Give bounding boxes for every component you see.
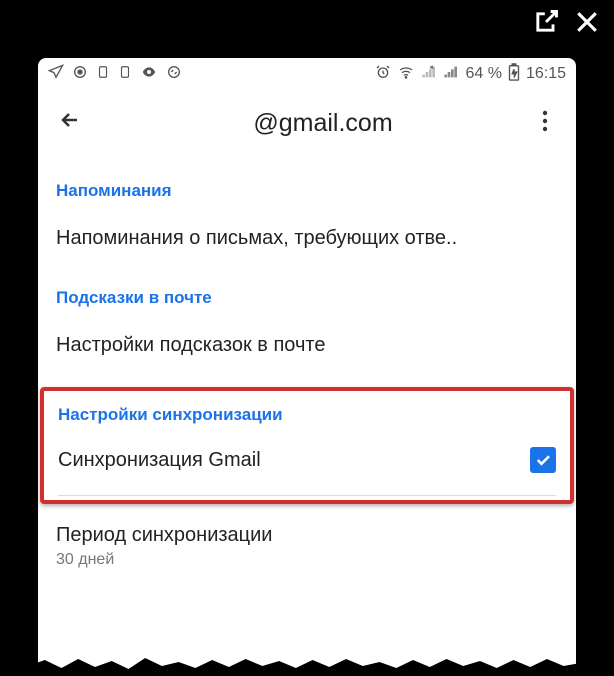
back-icon[interactable] xyxy=(58,108,82,139)
clock-time: 16:15 xyxy=(526,65,566,83)
sync-period-value: 30 дней xyxy=(56,551,558,569)
sync-period-label: Период синхронизации xyxy=(56,524,558,547)
more-icon[interactable] xyxy=(534,110,556,138)
phone-outline-icon xyxy=(96,64,110,84)
setting-item-hints[interactable]: Настройки подсказок в почте xyxy=(56,324,558,377)
status-bar: 64 % 16:15 xyxy=(38,58,576,90)
battery-percent: 64 % xyxy=(465,65,501,83)
open-external-icon[interactable] xyxy=(532,8,560,41)
eye-icon xyxy=(140,64,158,84)
window-controls xyxy=(0,0,614,48)
checkbox-checked-icon[interactable] xyxy=(530,447,556,473)
app-bar: @gmail.com xyxy=(38,90,576,163)
section-header-hints: Подсказки в почте xyxy=(56,288,558,308)
target-icon xyxy=(72,64,88,84)
telegram-icon xyxy=(48,64,64,84)
phone-frame: 64 % 16:15 @gmail.com Напоминания xyxy=(28,48,586,676)
wifi-icon xyxy=(397,64,415,85)
settings-content: Напоминания Напоминания о письмах, требу… xyxy=(38,163,576,676)
alarm-icon xyxy=(375,64,391,85)
sync-gmail-label: Синхронизация Gmail xyxy=(58,449,261,472)
section-header-reminders: Напоминания xyxy=(56,181,558,201)
phone-outline-icon-2 xyxy=(118,64,132,84)
sync-icon xyxy=(166,64,182,84)
outer-frame: 64 % 16:15 @gmail.com Напоминания xyxy=(0,0,614,676)
signal-icon xyxy=(443,64,459,85)
setting-item-reminders[interactable]: Напоминания о письмах, требующих отве.. xyxy=(56,217,558,270)
highlighted-sync-section: Настройки синхронизации Синхронизация Gm… xyxy=(40,387,574,504)
section-header-sync: Настройки синхронизации xyxy=(58,405,556,425)
signal-x-icon xyxy=(421,64,437,85)
setting-item-sync-gmail[interactable]: Синхронизация Gmail xyxy=(58,441,556,496)
close-icon[interactable] xyxy=(572,7,602,42)
battery-icon xyxy=(508,63,520,86)
setting-item-sync-period[interactable]: Период синхронизации 30 дней xyxy=(56,514,558,579)
page-title: @gmail.com xyxy=(128,109,518,138)
